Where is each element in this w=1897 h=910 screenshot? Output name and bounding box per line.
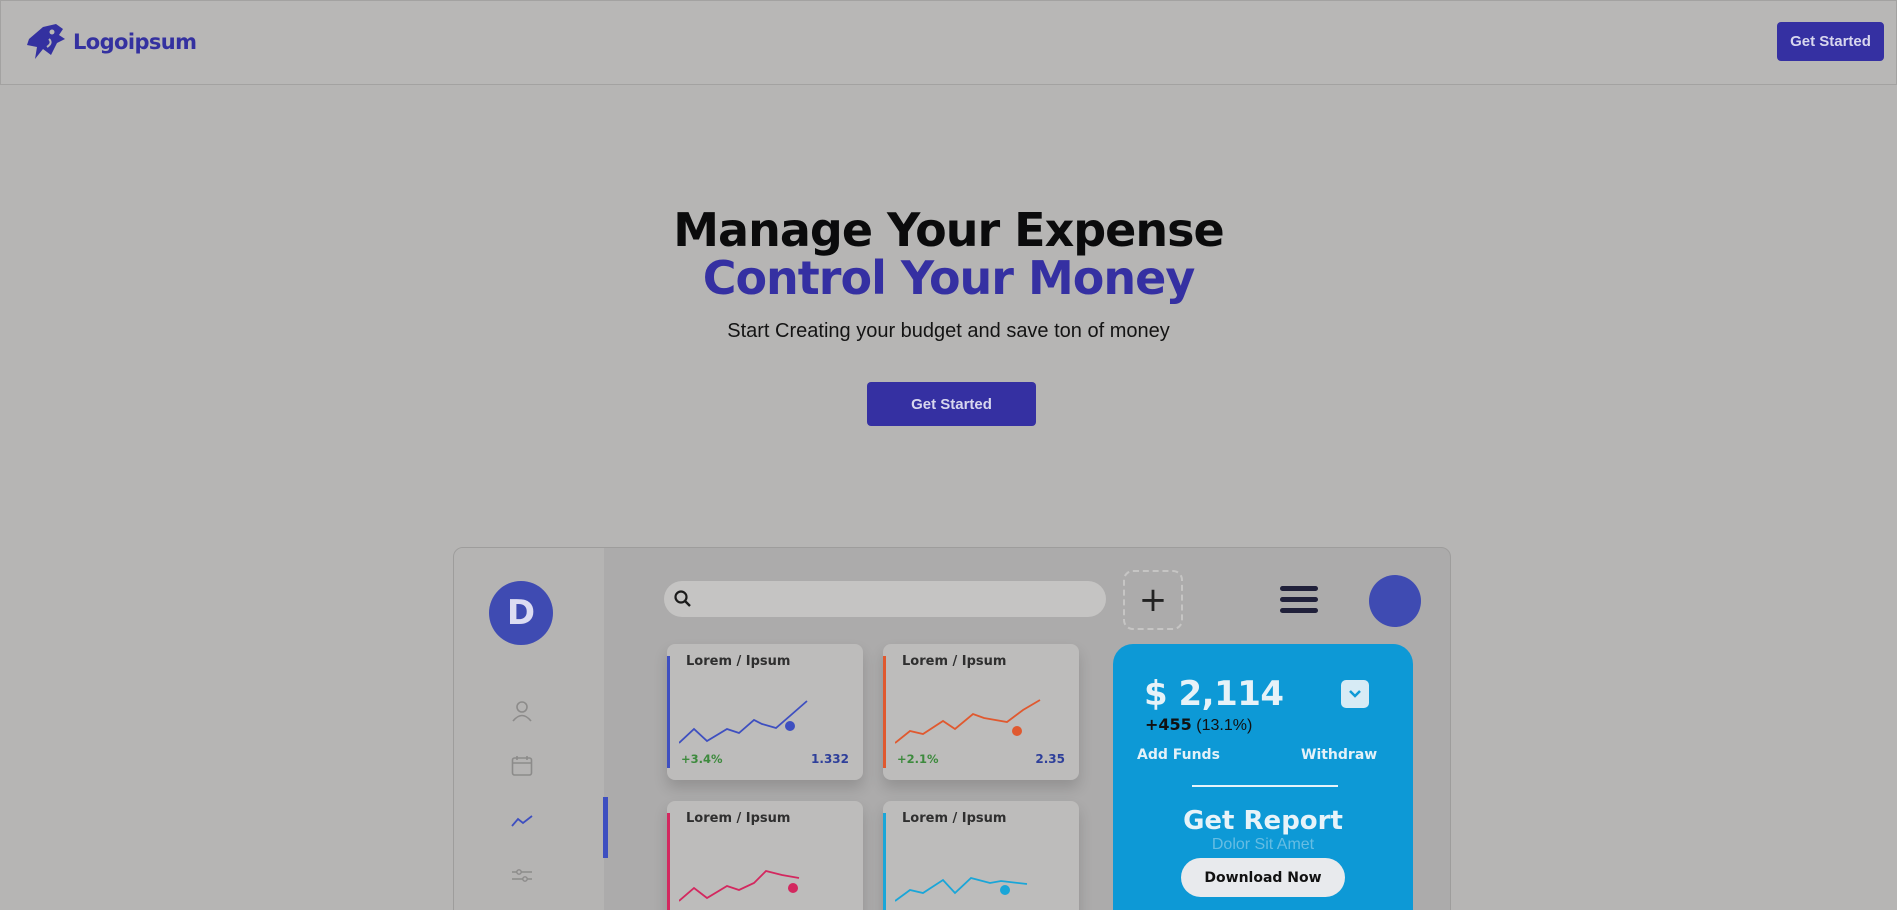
card-value: 1.332 bbox=[811, 752, 849, 766]
stat-card[interactable]: Lorem / Ipsum bbox=[667, 801, 863, 910]
hero-title-line1: Manage Your Expense bbox=[673, 203, 1224, 257]
card-accent bbox=[667, 656, 670, 768]
balance-amount: $ 2,114 bbox=[1144, 674, 1284, 714]
calendar-icon[interactable] bbox=[511, 755, 533, 777]
balance-change-amount: +455 bbox=[1145, 715, 1192, 734]
balance-change-percent: (13.1%) bbox=[1196, 717, 1253, 734]
report-subtitle: Dolor Sit Amet bbox=[1211, 836, 1315, 853]
card-accent bbox=[667, 813, 670, 910]
logo[interactable]: Logoipsum bbox=[23, 19, 197, 65]
hero-title-line2: Control Your Money bbox=[702, 251, 1196, 305]
card-value: 2.35 bbox=[1035, 752, 1065, 766]
download-now-button[interactable]: Download Now bbox=[1181, 858, 1345, 897]
dashboard-search-input[interactable] bbox=[664, 581, 1106, 617]
logo-icon bbox=[27, 24, 65, 59]
stat-card[interactable]: Lorem / Ipsum +3.4% 1.332 bbox=[667, 644, 863, 780]
search-icon bbox=[674, 590, 691, 607]
report-title: Get Report bbox=[1183, 806, 1343, 836]
user-icon[interactable] bbox=[511, 700, 533, 722]
add-button[interactable]: + bbox=[1123, 570, 1183, 630]
card-sparkline bbox=[895, 877, 1028, 902]
hero-subtitle: Start Creating your budget and save ton … bbox=[727, 320, 1170, 342]
card-change: +3.4% bbox=[681, 752, 723, 766]
add-funds-link[interactable]: Add Funds bbox=[1137, 747, 1220, 763]
site-header: Logoipsum Get Started bbox=[0, 0, 1897, 85]
hero-get-started-button[interactable]: Get Started bbox=[867, 382, 1036, 426]
stat-card[interactable]: Lorem / Ipsum +2.1% 2.35 bbox=[883, 644, 1079, 780]
card-accent bbox=[883, 813, 886, 910]
logo-text: Logoipsum bbox=[73, 30, 197, 54]
sidebar-active-indicator bbox=[603, 797, 608, 858]
header-get-started-button[interactable]: Get Started bbox=[1777, 22, 1884, 61]
withdraw-link[interactable]: Withdraw bbox=[1301, 747, 1377, 763]
divider bbox=[1192, 785, 1338, 787]
trend-icon[interactable] bbox=[511, 810, 533, 832]
stat-card[interactable]: Lorem / Ipsum bbox=[883, 801, 1079, 910]
menu-icon[interactable] bbox=[1280, 586, 1318, 614]
dashboard-preview: D + Lorem / Ipsum +3.4% 1.332 Lorem / Ip… bbox=[453, 547, 1451, 910]
card-accent bbox=[883, 656, 886, 768]
balance-change: +455 (13.1%) bbox=[1145, 715, 1252, 735]
chevron-down-icon[interactable] bbox=[1341, 680, 1369, 708]
avatar[interactable]: D bbox=[489, 581, 553, 645]
card-sparkline bbox=[679, 870, 800, 902]
card-change: +2.1% bbox=[897, 752, 939, 766]
funds-card: $ 2,114 +455 (13.1%) Add Funds Withdraw … bbox=[1113, 644, 1413, 910]
profile-avatar[interactable] bbox=[1369, 575, 1421, 627]
card-sparkline bbox=[679, 700, 808, 744]
dashboard-sidebar: D bbox=[454, 548, 604, 910]
card-sparkline bbox=[895, 699, 1041, 744]
sliders-icon[interactable] bbox=[511, 864, 533, 886]
